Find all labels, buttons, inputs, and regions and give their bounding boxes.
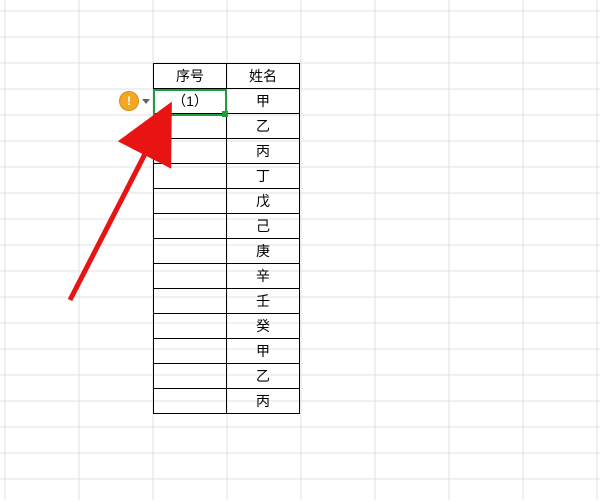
cell-seq[interactable] <box>154 139 227 164</box>
cell-seq[interactable] <box>154 239 227 264</box>
table-row: 甲 <box>154 339 300 364</box>
warning-icon: ! <box>120 92 138 110</box>
header-name[interactable]: 姓名 <box>227 64 300 89</box>
table-row: 丙 <box>154 389 300 414</box>
error-smart-tag[interactable]: ! <box>120 92 150 110</box>
cell-name[interactable]: 壬 <box>227 289 300 314</box>
cell-seq[interactable] <box>154 289 227 314</box>
table-row: 己 <box>154 214 300 239</box>
cell-name[interactable]: 丙 <box>227 389 300 414</box>
cell-seq[interactable] <box>154 164 227 189</box>
cell-seq[interactable] <box>154 339 227 364</box>
cell-seq[interactable] <box>154 389 227 414</box>
data-table[interactable]: 序号 姓名 （1） 甲 乙 丙 丁 戊 <box>153 63 300 414</box>
cell-seq[interactable] <box>154 264 227 289</box>
table-row: 乙 <box>154 114 300 139</box>
table-row: 乙 <box>154 364 300 389</box>
header-seq[interactable]: 序号 <box>154 64 227 89</box>
cell-seq[interactable] <box>154 364 227 389</box>
cell-name[interactable]: 癸 <box>227 314 300 339</box>
cell-seq[interactable] <box>154 114 227 139</box>
table-row: 壬 <box>154 289 300 314</box>
table-row: 癸 <box>154 314 300 339</box>
table-row: 庚 <box>154 239 300 264</box>
cell-name[interactable]: 丙 <box>227 139 300 164</box>
spreadsheet-area[interactable]: 序号 姓名 （1） 甲 乙 丙 丁 戊 <box>0 0 600 500</box>
cell-name[interactable]: 乙 <box>227 364 300 389</box>
cell-name[interactable]: 甲 <box>227 339 300 364</box>
table-row: 辛 <box>154 264 300 289</box>
table-row: 戊 <box>154 189 300 214</box>
table-row: （1） 甲 <box>154 89 300 114</box>
table-row: 丁 <box>154 164 300 189</box>
cell-seq[interactable]: （1） <box>154 89 227 114</box>
gridlines <box>0 0 600 500</box>
cell-name[interactable]: 辛 <box>227 264 300 289</box>
cell-seq[interactable] <box>154 314 227 339</box>
table-row: 丙 <box>154 139 300 164</box>
cell-seq[interactable] <box>154 214 227 239</box>
cell-seq[interactable] <box>154 189 227 214</box>
cell-name[interactable]: 戊 <box>227 189 300 214</box>
cell-name[interactable]: 己 <box>227 214 300 239</box>
cell-name[interactable]: 甲 <box>227 89 300 114</box>
cell-name[interactable]: 乙 <box>227 114 300 139</box>
chevron-down-icon[interactable] <box>142 99 150 104</box>
table-header-row: 序号 姓名 <box>154 64 300 89</box>
cell-name[interactable]: 庚 <box>227 239 300 264</box>
cell-name[interactable]: 丁 <box>227 164 300 189</box>
